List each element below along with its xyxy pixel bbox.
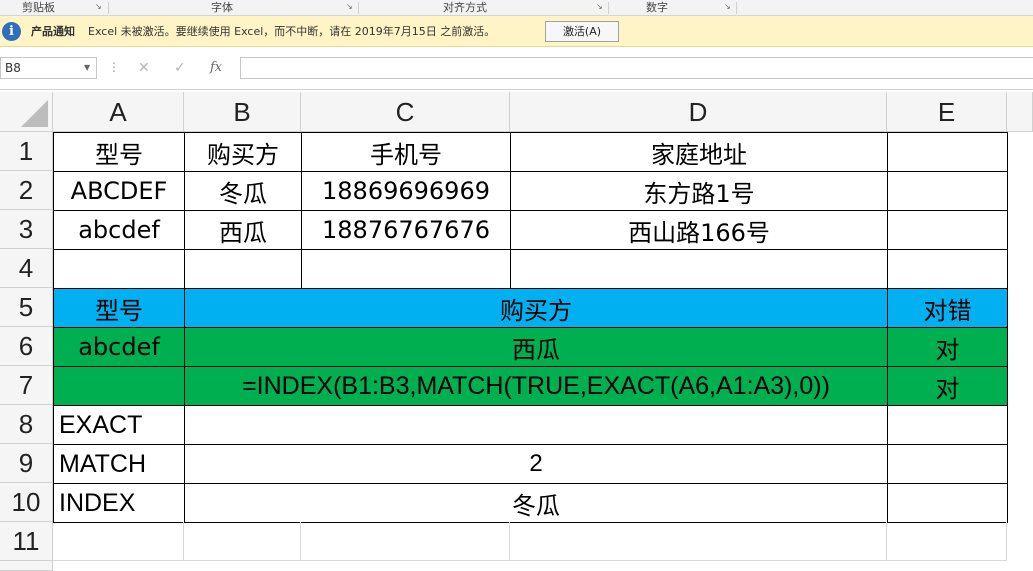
cell-e2[interactable] [887,171,1008,211]
cell-c4[interactable] [301,249,511,289]
row-header-4[interactable]: 4 [0,249,53,288]
ribbon-group-number: 数字 ↘ [608,0,736,16]
activate-button[interactable]: 激活(A) [545,21,619,42]
column-header-b[interactable]: B [184,92,301,132]
row-header-3[interactable]: 3 [0,210,53,249]
worksheet-grid: A B C D E 1 2 3 4 5 6 7 8 9 10 11 型号 购买方… [0,92,1033,571]
cell-c2[interactable]: 18869696969 [301,171,511,211]
cell-b4[interactable] [184,249,302,289]
ribbon-group-label: 剪贴板 [22,1,55,14]
dialog-launcher-icon[interactable]: ↘ [724,2,733,11]
ribbon-group-label: 字体 [211,1,233,14]
dialog-launcher-icon[interactable]: ↘ [95,2,104,11]
cell-a6[interactable]: abcdef [53,327,185,367]
cell-c1[interactable]: 手机号 [301,132,511,172]
message-title: 产品通知 [31,25,75,38]
cell-e9[interactable] [887,444,1008,484]
cell-b9-merged[interactable]: 2 [184,444,888,484]
cell-b7-merged[interactable]: =INDEX(B1:B3,MATCH(TRUE,EXACT(A6,A1:A3),… [184,366,888,406]
activation-message-bar: i 产品通知 Excel 未被激活。要继续使用 Excel，而不中断，请在 20… [0,16,1033,47]
cell-a11[interactable] [53,522,184,561]
cell-b10-merged[interactable]: 冬瓜 [184,483,888,523]
cell-d2[interactable]: 东方路1号 [510,171,888,211]
dialog-launcher-icon[interactable]: ↘ [596,2,605,11]
cell-a4[interactable] [53,249,185,289]
cell-b6-merged[interactable]: 西瓜 [184,327,888,367]
ribbon-group-clipboard: 剪贴板 ↘ [0,0,108,16]
cell-a7[interactable] [53,366,185,406]
insert-function-icon[interactable]: fx [210,60,222,75]
row-header-6[interactable]: 6 [0,327,53,366]
cell-e8[interactable] [887,405,1008,445]
cell-b11[interactable] [184,522,301,561]
row-header-2[interactable]: 2 [0,171,53,210]
name-box[interactable]: B8 [0,57,97,79]
row-header-12[interactable] [0,561,53,571]
cell-e6[interactable]: 对 [887,327,1008,367]
row-header-8[interactable]: 8 [0,405,53,444]
cell-e1[interactable] [887,132,1008,172]
cell-d1[interactable]: 家庭地址 [510,132,888,172]
row-header-5[interactable]: 5 [0,288,53,327]
ribbon-group-strip: 剪贴板 ↘ 字体 ↘ 对齐方式 ↘ 数字 ↘ [0,0,1033,16]
cell-a10[interactable]: INDEX [53,483,185,523]
cell-e7[interactable]: 对 [887,366,1008,406]
ribbon-group-font: 字体 ↘ [108,0,358,16]
dialog-launcher-icon[interactable]: ↘ [346,2,355,11]
cell-e10[interactable] [887,483,1008,523]
cell-e3[interactable] [887,210,1008,250]
cell-c3[interactable]: 18876767676 [301,210,511,250]
cell-a1[interactable]: 型号 [53,132,185,172]
formula-bar: B8 ▼ ⋮ ✕ ✓ fx [0,48,1033,90]
row-header-1[interactable]: 1 [0,132,53,171]
ribbon-group-label: 对齐方式 [443,1,487,14]
cell-a2[interactable]: ABCDEF [53,171,185,211]
cell-d11[interactable] [510,522,887,561]
row-header-9[interactable]: 9 [0,444,53,483]
column-header-e[interactable]: E [887,92,1007,132]
column-header-c[interactable]: C [301,92,510,132]
cell-b2[interactable]: 冬瓜 [184,171,302,211]
cell-a8[interactable]: EXACT [53,405,185,445]
resize-handle-icon[interactable]: ⋮ [108,60,120,74]
cell-a5[interactable]: 型号 [53,288,185,328]
select-all-corner[interactable] [0,92,53,132]
chevron-down-icon[interactable]: ▼ [84,57,94,79]
formula-input[interactable] [240,57,1033,79]
column-header-d[interactable]: D [510,92,887,132]
cell-a9[interactable]: MATCH [53,444,185,484]
row-header-10[interactable]: 10 [0,483,53,522]
row-header-7[interactable]: 7 [0,366,53,405]
row-header-11[interactable]: 11 [0,522,53,561]
cell-b8-merged[interactable] [184,405,888,445]
info-icon: i [2,22,21,41]
column-header-f[interactable] [1007,92,1033,132]
cell-d4[interactable] [510,249,888,289]
message-text: Excel 未被激活。要继续使用 Excel，而不中断，请在 2019年7月15… [88,25,496,38]
cell-e4[interactable] [887,249,1008,289]
cell-e11[interactable] [887,522,1007,561]
ribbon-group-alignment: 对齐方式 ↘ [358,0,608,16]
cell-c11[interactable] [301,522,510,561]
cell-d3[interactable]: 西山路166号 [510,210,888,250]
enter-icon[interactable]: ✓ [174,60,186,76]
cell-a3[interactable]: abcdef [53,210,185,250]
ribbon-group-label: 数字 [646,1,668,14]
cancel-icon[interactable]: ✕ [138,60,150,76]
cell-b5-merged[interactable]: 购买方 [184,288,888,328]
cell-e5[interactable]: 对错 [887,288,1008,328]
cell-b1[interactable]: 购买方 [184,132,302,172]
cell-b3[interactable]: 西瓜 [184,210,302,250]
column-header-a[interactable]: A [53,92,184,132]
